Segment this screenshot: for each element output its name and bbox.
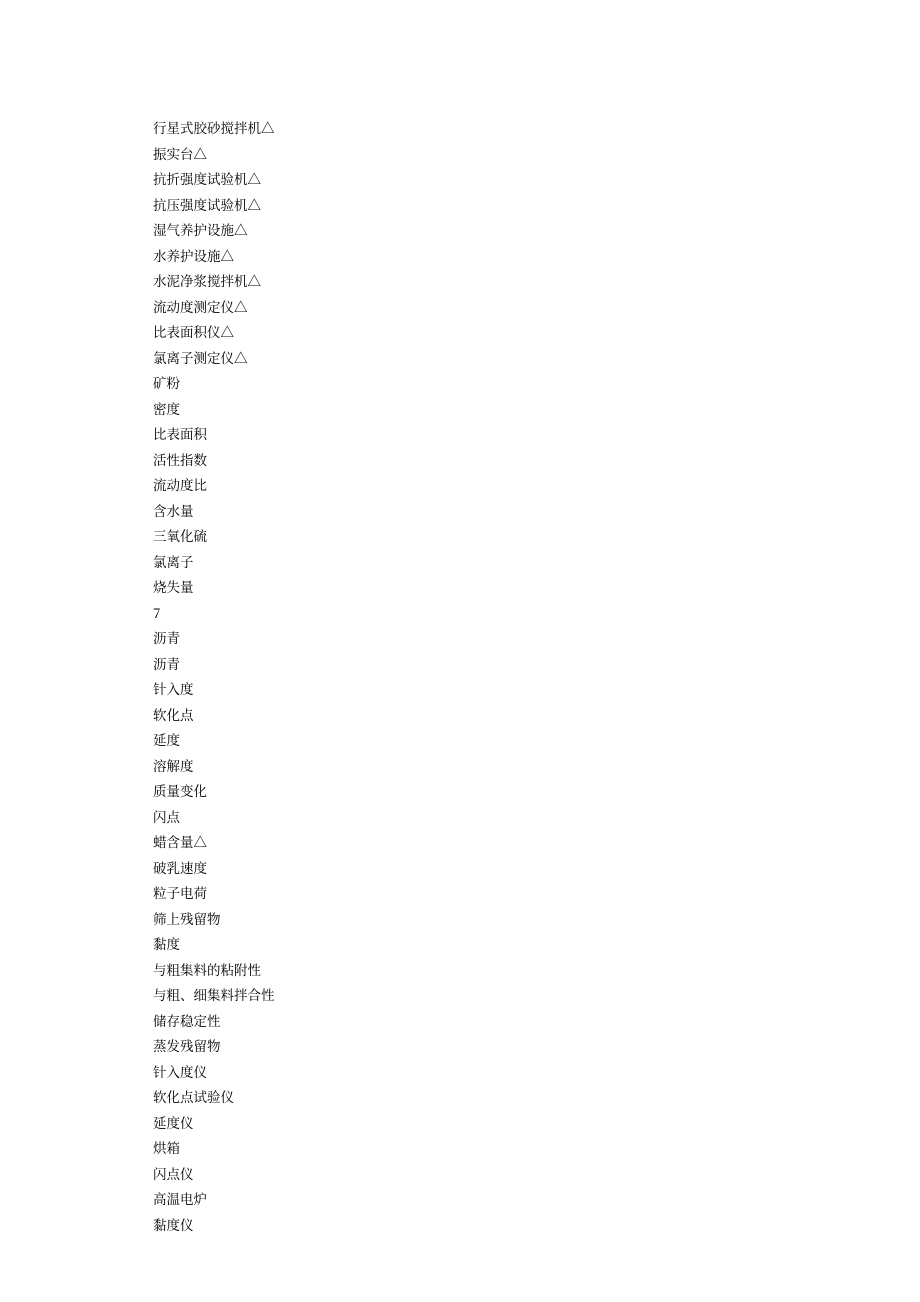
text-line: 蒸发残留物 <box>153 1033 920 1059</box>
text-line: 氯离子测定仪△ <box>153 345 920 371</box>
text-line: 烘箱 <box>153 1135 920 1161</box>
text-line: 储存稳定性 <box>153 1008 920 1034</box>
text-line: 针入度 <box>153 676 920 702</box>
text-line: 烧失量 <box>153 574 920 600</box>
text-line: 与粗集料的粘附性 <box>153 957 920 983</box>
text-line: 流动度测定仪△ <box>153 294 920 320</box>
text-line: 溶解度 <box>153 753 920 779</box>
text-line: 闪点仪 <box>153 1161 920 1187</box>
text-line: 质量变化 <box>153 778 920 804</box>
text-line: 与粗、细集料拌合性 <box>153 982 920 1008</box>
text-line: 粒子电荷 <box>153 880 920 906</box>
text-line: 三氧化硫 <box>153 523 920 549</box>
text-line: 水泥净浆搅拌机△ <box>153 268 920 294</box>
text-line: 软化点 <box>153 702 920 728</box>
text-line: 破乳速度 <box>153 855 920 881</box>
text-line: 振实台△ <box>153 141 920 167</box>
text-line: 软化点试验仪 <box>153 1084 920 1110</box>
text-line: 针入度仪 <box>153 1059 920 1085</box>
text-line: 行星式胶砂搅拌机△ <box>153 115 920 141</box>
text-line: 含水量 <box>153 498 920 524</box>
text-line: 筛上残留物 <box>153 906 920 932</box>
text-line: 氯离子 <box>153 549 920 575</box>
document-page: 行星式胶砂搅拌机△ 振实台△ 抗折强度试验机△ 抗压强度试验机△ 湿气养护设施△… <box>0 0 920 1237</box>
text-line: 黏度 <box>153 931 920 957</box>
text-line: 比表面积 <box>153 421 920 447</box>
text-line: 蜡含量△ <box>153 829 920 855</box>
text-line: 矿粉 <box>153 370 920 396</box>
text-line: 密度 <box>153 396 920 422</box>
text-line: 延度 <box>153 727 920 753</box>
text-line: 活性指数 <box>153 447 920 473</box>
text-line: 沥青 <box>153 651 920 677</box>
text-line: 闪点 <box>153 804 920 830</box>
text-line: 沥青 <box>153 625 920 651</box>
text-line: 抗折强度试验机△ <box>153 166 920 192</box>
text-line: 比表面积仪△ <box>153 319 920 345</box>
text-line: 7 <box>153 600 920 626</box>
text-line: 水养护设施△ <box>153 243 920 269</box>
text-line: 高温电炉 <box>153 1186 920 1212</box>
text-line: 湿气养护设施△ <box>153 217 920 243</box>
text-line: 抗压强度试验机△ <box>153 192 920 218</box>
text-line: 延度仪 <box>153 1110 920 1136</box>
text-line: 黏度仪 <box>153 1212 920 1238</box>
text-line: 流动度比 <box>153 472 920 498</box>
